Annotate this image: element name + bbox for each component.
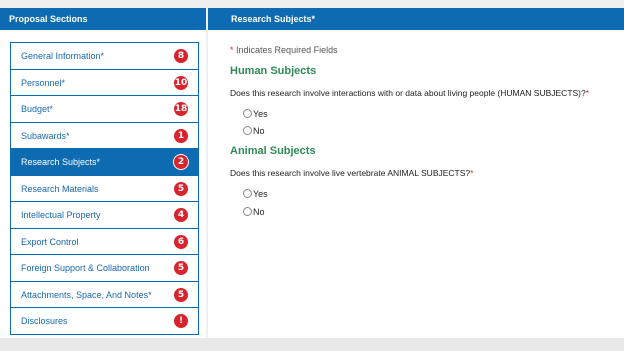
required-asterisk: * (230, 45, 234, 55)
radio-label: No (253, 206, 265, 217)
nav-item-export-control[interactable]: Export Control 6 (11, 228, 198, 255)
nav-item-research-materials[interactable]: Research Materials 5 (11, 175, 198, 202)
error-count-badge: 10 (174, 75, 188, 90)
nav-item-research-subjects[interactable]: Research Subjects* 2 (11, 149, 198, 176)
animal-subjects-no-option[interactable]: No (243, 203, 265, 217)
required-fields-note: * Indicates Required Fields (230, 45, 338, 55)
nav-item-label: General Information* (21, 51, 105, 61)
required-asterisk: * (585, 88, 590, 98)
nav-item-label: Budget* (21, 104, 54, 114)
error-count-badge: 5 (174, 287, 188, 302)
error-count-badge: 18 (174, 102, 188, 116)
radio-label: No (253, 125, 265, 136)
nav-item-attachments[interactable]: Attachments, Space, And Notes* 5 (11, 281, 198, 308)
error-count-badge: 1 (174, 128, 188, 143)
error-count-badge: 5 (174, 181, 188, 196)
proposal-sections-panel: Proposal Sections General Information* 8… (0, 8, 206, 338)
nav-item-label: Attachments, Space, And Notes* (21, 289, 152, 300)
human-subjects-yes-radio[interactable] (243, 109, 252, 119)
animal-subjects-heading: Animal Subjects (230, 145, 316, 157)
error-count-badge: 2 (174, 155, 188, 169)
animal-subjects-question: Does this research involve live vertebra… (230, 168, 473, 178)
human-subjects-question: Does this research involve interactions … (230, 88, 589, 98)
human-subjects-question-text: Does this research involve interactions … (230, 88, 586, 98)
human-subjects-heading: Human Subjects (230, 65, 317, 77)
nav-item-personnel[interactable]: Personnel* 10 (11, 69, 198, 96)
nav-item-label: Subawards* (21, 130, 70, 141)
alert-icon: ! (174, 314, 188, 328)
nav-item-general-information[interactable]: General Information* 8 (11, 43, 198, 70)
radio-label: Yes (253, 108, 268, 119)
error-count-badge: 5 (174, 261, 188, 275)
animal-subjects-yes-radio[interactable] (243, 189, 252, 199)
animal-subjects-no-radio[interactable] (243, 207, 252, 217)
page-title: Research Subjects* (208, 8, 624, 30)
research-subjects-panel: Research Subjects* * Indicates Required … (208, 8, 624, 338)
nav-item-foreign-support[interactable]: Foreign Support & Collaboration 5 (11, 255, 198, 282)
proposal-sections-nav: General Information* 8 Personnel* 10 Bud… (10, 42, 199, 335)
nav-item-label: Intellectual Property (21, 210, 101, 220)
required-note-text: Indicates Required Fields (236, 45, 338, 55)
bottom-bar (0, 338, 624, 351)
animal-subjects-question-text: Does this research involve live vertebra… (230, 168, 471, 178)
nav-item-intellectual-property[interactable]: Intellectual Property 4 (11, 202, 198, 229)
nav-item-budget[interactable]: Budget* 18 (11, 96, 198, 123)
nav-item-label: Research Subjects* (21, 157, 101, 167)
error-count-badge: 6 (174, 234, 188, 249)
error-count-badge: 8 (174, 49, 188, 63)
nav-item-label: Foreign Support & Collaboration (21, 263, 150, 273)
error-count-badge: 4 (174, 208, 188, 222)
radio-label: Yes (253, 188, 268, 199)
proposal-sections-title: Proposal Sections (0, 8, 206, 30)
human-subjects-yes-option[interactable]: Yes (243, 105, 268, 119)
human-subjects-no-option[interactable]: No (243, 122, 265, 136)
nav-item-label: Research Materials (21, 183, 99, 194)
nav-item-label: Disclosures (21, 316, 68, 326)
nav-item-label: Export Control (21, 236, 79, 247)
nav-item-disclosures[interactable]: Disclosures ! (11, 308, 198, 335)
nav-item-label: Personnel* (21, 77, 66, 88)
nav-item-subawards[interactable]: Subawards* 1 (11, 122, 198, 149)
animal-subjects-yes-option[interactable]: Yes (243, 185, 268, 199)
required-asterisk: * (470, 168, 474, 178)
human-subjects-no-radio[interactable] (243, 126, 252, 136)
